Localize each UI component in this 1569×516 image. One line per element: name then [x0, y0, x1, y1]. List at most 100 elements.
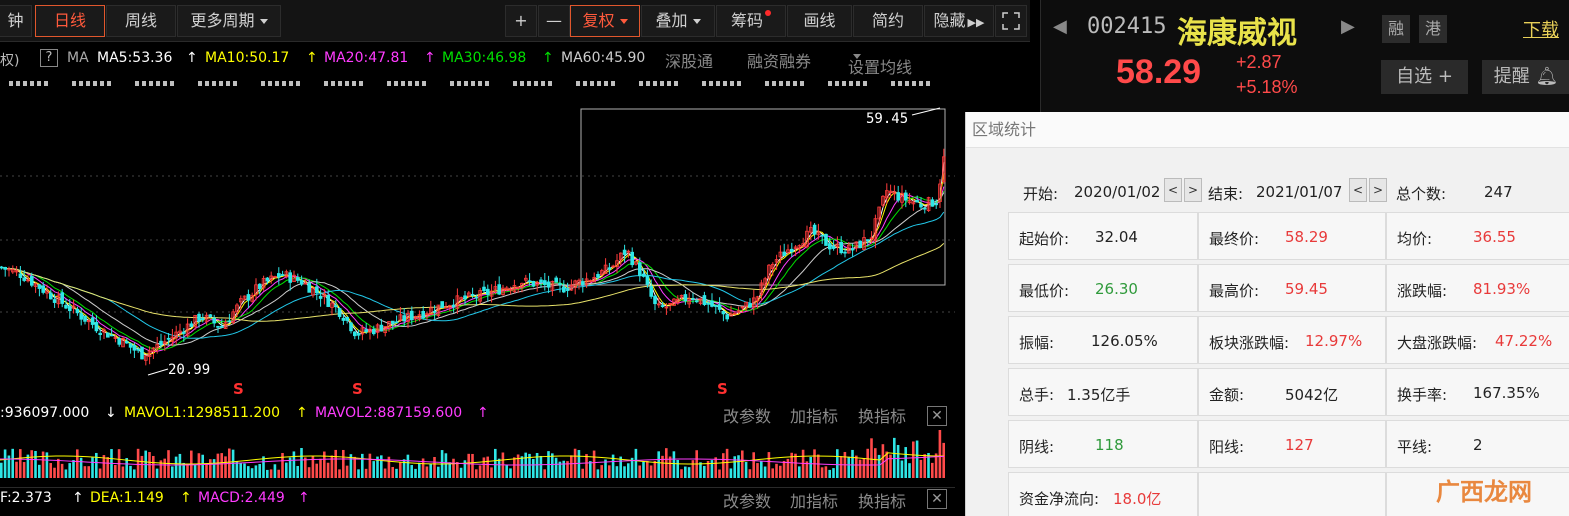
signal-dot — [653, 81, 657, 86]
candlestick-chart[interactable]: 59.45 20.99 S S S — [0, 72, 955, 400]
ma-line — [1, 243, 945, 322]
modify-params-button[interactable]: 改参数 — [723, 488, 771, 512]
more-periods-dropdown[interactable]: 更多周期 — [177, 5, 281, 37]
dif-value: F:2.373 — [0, 490, 52, 506]
fullscreen-button[interactable] — [995, 5, 1027, 37]
zoom-out-button[interactable]: — — [538, 5, 570, 37]
candle-body — [904, 192, 908, 201]
connect-link[interactable]: 深股通 — [665, 48, 713, 72]
stock-terminal-window: 钟 日线 周线 更多周期 + — 复权 叠加 筹码 画线 简约 隐藏 ▶▶ 权) … — [0, 0, 1569, 516]
candle-body — [326, 294, 330, 307]
volume-bar — [98, 468, 102, 478]
candle-body — [181, 331, 186, 334]
draw-line-button[interactable]: 画线 — [787, 5, 852, 37]
candle-body — [706, 302, 710, 305]
signal-dot — [471, 81, 475, 86]
chips-button[interactable]: 筹码 — [716, 5, 786, 37]
margin-trading-link[interactable]: 融资融券 — [747, 48, 811, 72]
volume-bar — [475, 469, 478, 478]
volume-bar — [22, 462, 26, 478]
volume-bar — [167, 450, 170, 478]
start-next-button[interactable]: > — [1184, 178, 1202, 202]
volume-bar — [893, 437, 896, 478]
volume-bar — [342, 449, 345, 478]
candle-body — [166, 337, 171, 340]
volume-bar — [254, 465, 258, 478]
prev-stock-icon[interactable]: ◀ — [1053, 16, 1067, 37]
daily-period-button[interactable]: 日线 — [35, 5, 105, 37]
restore-rights-dropdown[interactable]: 复权 — [570, 5, 640, 37]
minute-period-button[interactable]: 钟 — [0, 5, 32, 37]
simple-mode-button[interactable]: 简约 — [853, 5, 923, 37]
hk-connect-tag[interactable]: 港 — [1419, 15, 1447, 43]
up-arrow-icon: ↑ — [298, 490, 310, 506]
notification-dot-icon — [765, 10, 771, 16]
help-icon[interactable]: ? — [40, 49, 58, 67]
hide-panel-button[interactable]: 隐藏 ▶▶ — [924, 5, 994, 37]
volume-bar — [437, 466, 440, 478]
volume-bar — [315, 463, 318, 478]
volume-bar — [554, 457, 558, 478]
add-indicator-button[interactable]: 加指标 — [790, 403, 838, 427]
candle-body — [265, 277, 270, 282]
candle-body — [68, 305, 72, 312]
volume-bar — [775, 463, 778, 478]
volume-bar — [634, 448, 638, 478]
add-indicator-button[interactable]: 加指标 — [790, 488, 838, 512]
signal-dot — [520, 81, 524, 86]
volume-bar — [334, 449, 337, 478]
volume-bar — [589, 461, 592, 478]
volume-bar — [737, 455, 740, 478]
volume-bar — [539, 455, 543, 478]
volume-bar — [64, 469, 68, 478]
add-watchlist-button[interactable]: 自选 + — [1381, 60, 1468, 94]
signal-dot — [604, 81, 608, 86]
next-stock-icon[interactable]: ▶ — [1341, 16, 1355, 37]
volume-bar — [889, 454, 892, 478]
candle-body — [790, 248, 794, 253]
stat-cell: 均价: 36.55 — [1386, 212, 1569, 260]
volume-bar — [34, 450, 37, 478]
volume-bar — [771, 468, 774, 478]
ma-line — [1, 211, 945, 339]
volume-bar — [600, 465, 603, 478]
volume-bar — [433, 457, 436, 478]
candle-body — [695, 300, 699, 303]
volume-bar — [881, 444, 885, 478]
candle-body — [710, 300, 714, 307]
close-macd-icon[interactable]: ✕ — [927, 489, 947, 509]
close-volume-icon[interactable]: ✕ — [927, 406, 947, 426]
volume-bar — [224, 456, 227, 478]
overlay-dropdown[interactable]: 叠加 — [641, 5, 715, 37]
total-label: 总个数: — [1396, 185, 1447, 203]
candle-body — [280, 274, 285, 276]
candle-body — [934, 203, 938, 206]
end-next-button[interactable]: > — [1369, 178, 1387, 202]
volume-bar — [285, 462, 288, 478]
remind-button[interactable]: 提醒 🔔︎ — [1482, 60, 1569, 94]
volume-bar — [307, 467, 311, 478]
volume-bar — [782, 460, 786, 478]
zoom-in-button[interactable]: + — [505, 5, 537, 37]
volume-bar — [866, 448, 869, 478]
volume-chart[interactable] — [0, 430, 955, 480]
modify-params-button[interactable]: 改参数 — [723, 403, 771, 427]
signal-dot — [457, 81, 461, 86]
switch-indicator-button[interactable]: 换指标 — [858, 403, 906, 427]
chart-grid — [0, 175, 955, 313]
price-change-percent: +5.18% — [1236, 77, 1298, 97]
candle-body — [850, 248, 855, 251]
ma-label: MA — [67, 50, 89, 66]
start-prev-button[interactable]: < — [1164, 178, 1182, 202]
candle-body — [246, 294, 251, 301]
margin-tag[interactable]: 融 — [1382, 15, 1410, 43]
stat-cell: 最高价: 59.45 — [1198, 264, 1386, 312]
end-prev-button[interactable]: < — [1349, 178, 1367, 202]
switch-indicator-button[interactable]: 换指标 — [858, 488, 906, 512]
stat-label: 起始价: — [1019, 230, 1070, 248]
download-link[interactable]: 下载 — [1523, 16, 1559, 42]
signal-dot — [702, 81, 706, 86]
signal-dot — [716, 81, 720, 86]
weekly-period-button[interactable]: 周线 — [106, 5, 176, 37]
volume-bar — [391, 466, 394, 478]
